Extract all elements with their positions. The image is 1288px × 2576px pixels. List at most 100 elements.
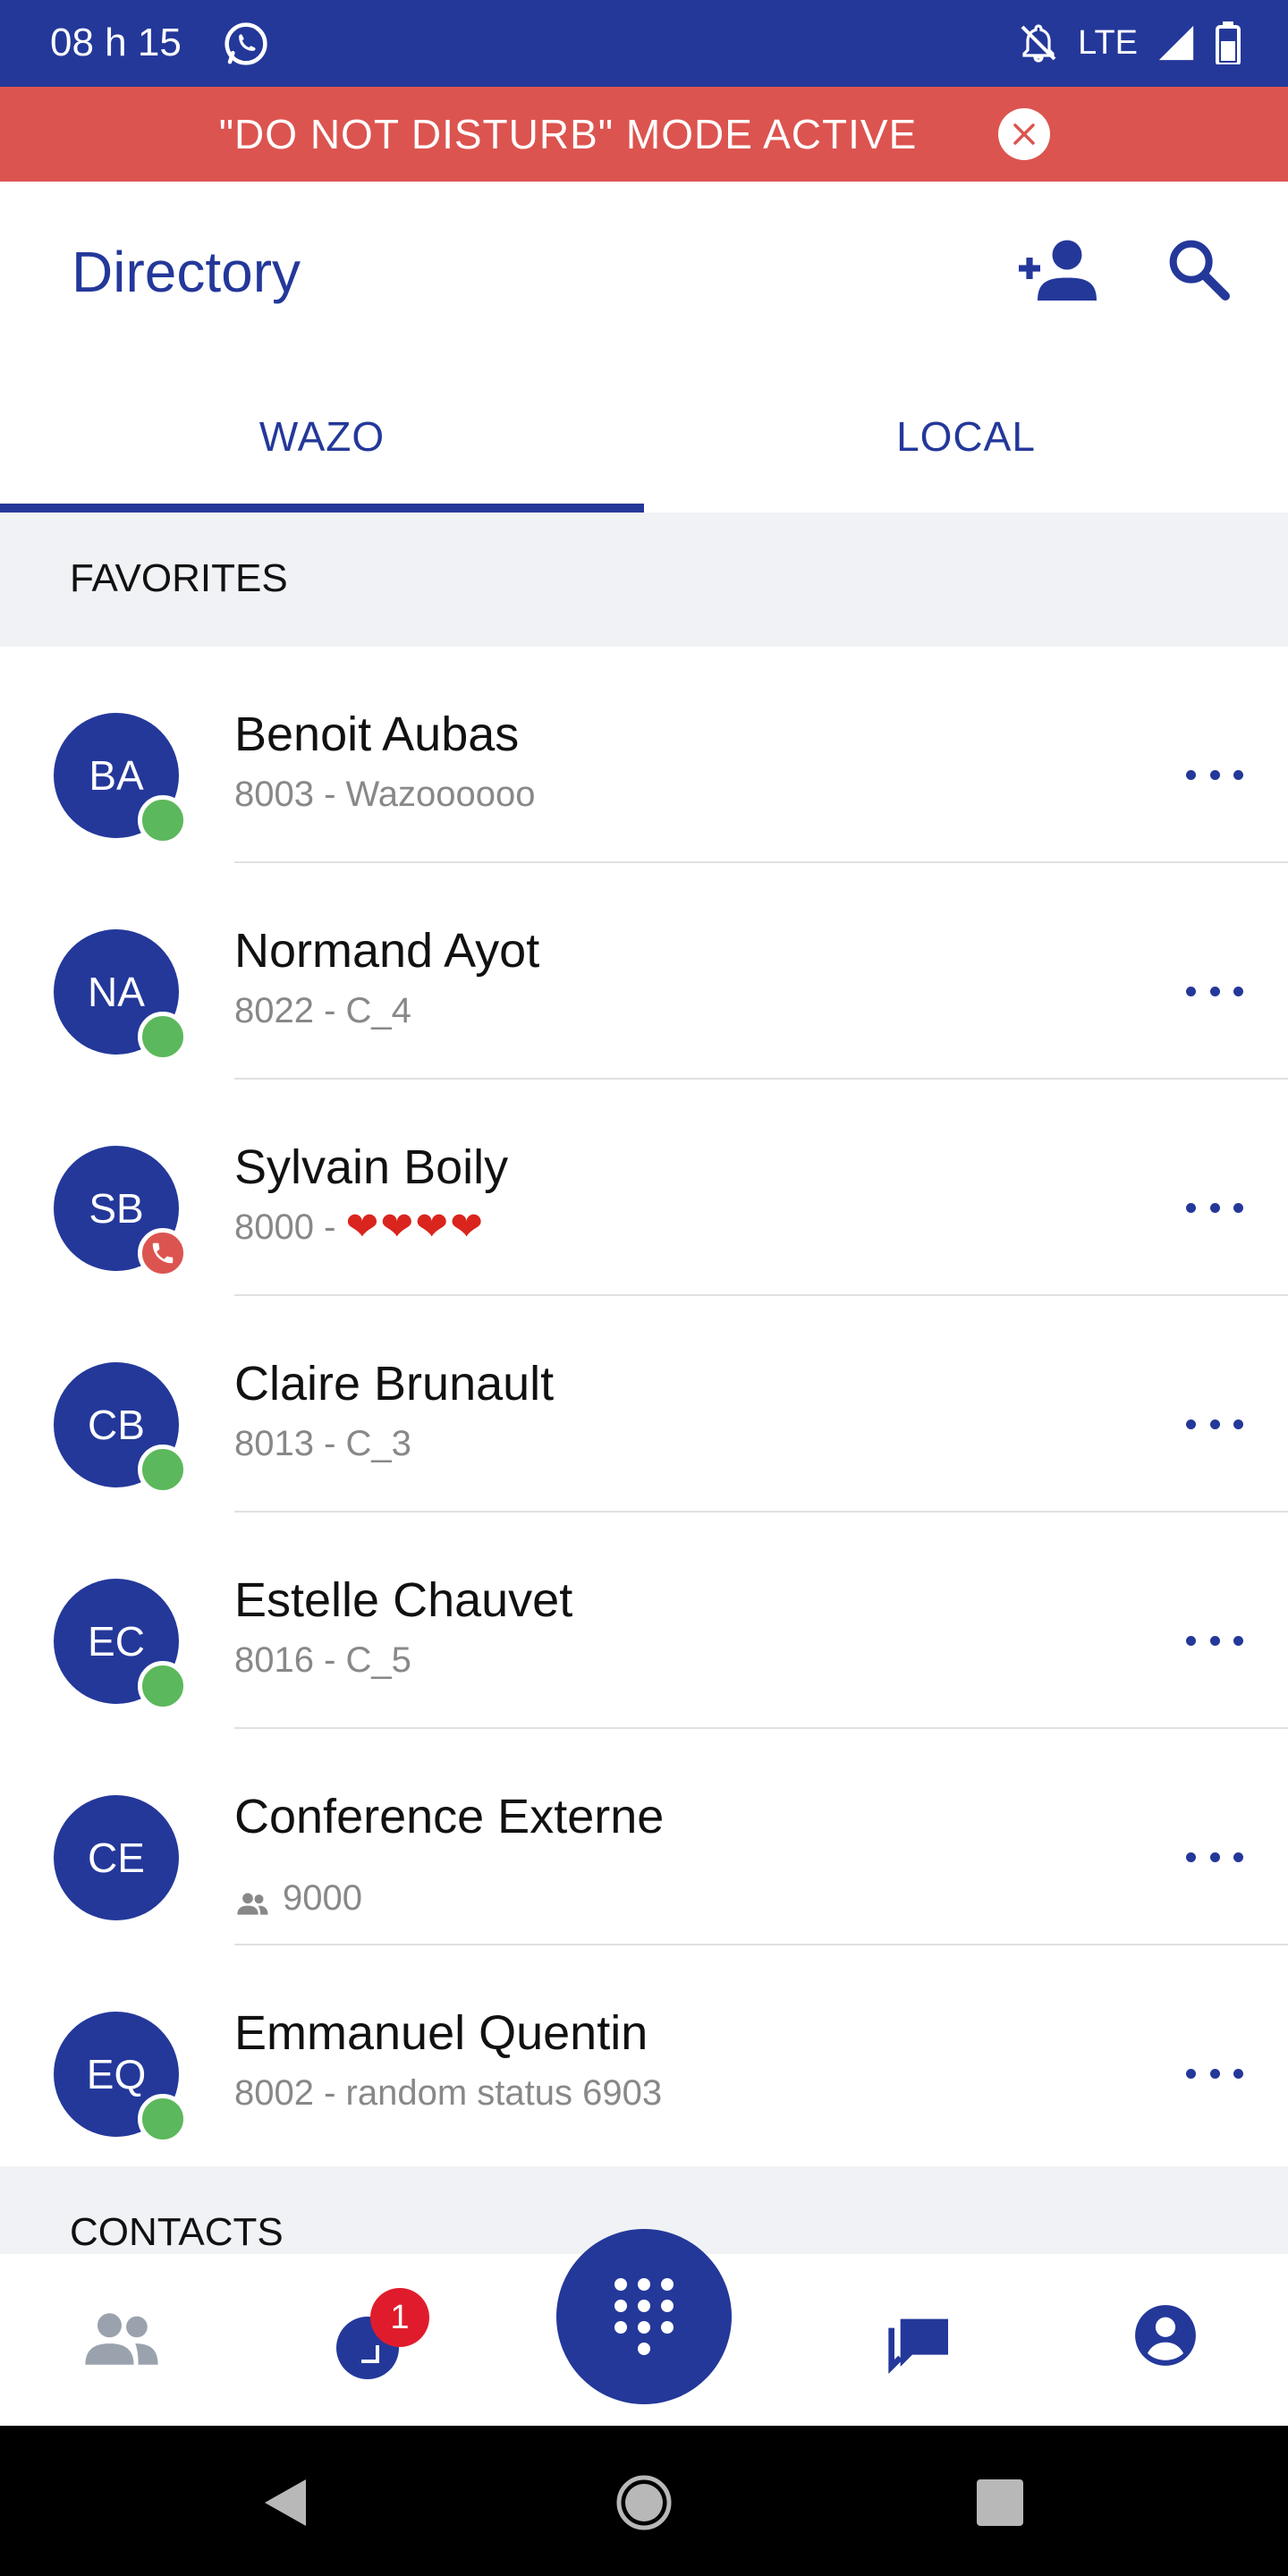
contact-status-text: 8022 - C_4 [234,991,411,1030]
section-label-contacts: CONTACTS [70,2210,284,2254]
contact-row-benoit-aubas[interactable]: BA Benoit Aubas 8003 - Wazoooooo [0,647,1288,863]
contact-status: 8016 - C_5 [234,1638,411,1682]
presence-on-call-indicator [138,1228,188,1278]
calls-icon-mark [361,2345,379,2363]
battery-icon [1216,21,1241,64]
contact-name: Benoit Aubas [234,708,520,761]
contact-status: 8000 - ❤❤❤❤ [234,1205,485,1250]
more-dot [1209,1419,1220,1429]
active-tab-indicator [0,504,644,513]
notifications-off-icon [1021,24,1056,63]
search-button[interactable] [1163,233,1234,305]
contact-name: Emmanuel Quentin [234,2006,648,2060]
more-dot [1233,1635,1243,1646]
more-options-button[interactable] [1186,979,1243,1003]
calls-badge: 1 [370,2288,429,2347]
contact-status: 9000 [234,1874,362,1922]
more-dot [1233,1202,1243,1213]
nav-profile-button[interactable] [1132,2302,1199,2368]
phone-icon [152,1242,174,1264]
whatsapp-icon [225,22,267,65]
app-header: Directory [0,182,1288,360]
favorites-list: BA Benoit Aubas 8003 - Wazoooooo NA Norm… [0,647,1288,2162]
contact-status: 8002 - random status 6903 [234,2071,662,2115]
contact-row-estelle-chauvet[interactable]: EC Estelle Chauvet 8016 - C_5 [0,1513,1288,1729]
contact-name: Estelle Chauvet [234,1573,573,1627]
more-dot [1209,769,1220,780]
more-dot [1186,1202,1196,1213]
more-dot [1233,986,1243,996]
profile-icon [1135,2305,1196,2366]
dnd-close-button[interactable] [998,108,1050,160]
contact-name: Normand Ayot [234,924,540,978]
chat-icon [888,2318,948,2375]
contact-name: Sylvain Boily [234,1140,509,1194]
more-dot [1209,1202,1220,1213]
presence-available-indicator [138,2094,188,2144]
network-type: LTE [1078,24,1138,62]
contact-status-text: 8013 - C_3 [234,1424,411,1463]
group-icon [237,1893,268,1915]
more-options-button[interactable] [1186,1196,1243,1219]
dialpad-button[interactable] [556,2229,732,2404]
home-icon[interactable] [615,2474,673,2531]
tab-local[interactable]: LOCAL [644,360,1288,513]
signal-icon [1158,25,1194,61]
more-options-button[interactable] [1186,2062,1243,2085]
contact-status-text: 9000 [283,1878,362,1918]
contact-status: 8013 - C_3 [234,1421,411,1466]
more-dot [1233,769,1243,780]
dnd-banner: "DO NOT DISTURB" MODE ACTIVE [0,87,1288,182]
contact-status-text: 8016 - C_5 [234,1640,411,1680]
status-indicators: LTE [1017,18,1241,68]
add-contact-button[interactable] [1016,235,1097,307]
presence-available-indicator [138,1661,188,1711]
presence-available-indicator [138,795,188,845]
more-dot [1186,986,1196,996]
contact-row-sylvain-boily[interactable]: SB Sylvain Boily 8000 - ❤❤❤❤ [0,1080,1288,1296]
contact-name: Claire Brunault [234,1357,555,1411]
directory-tabs: WAZO LOCAL [0,360,1288,513]
contact-row-emmanuel-quentin[interactable]: EQ Emmanuel Quentin 8002 - random status… [0,1945,1288,2162]
more-dot [1209,1635,1220,1646]
more-dot [1209,986,1220,996]
more-dot [1186,2068,1196,2079]
contact-status-text: 8003 - Wazoooooo [234,775,536,814]
more-dot [1186,769,1196,780]
more-dot [1209,1852,1220,1862]
dnd-banner-text: "DO NOT DISTURB" MODE ACTIVE [218,111,918,157]
tab-wazo[interactable]: WAZO [0,360,644,513]
presence-available-indicator [138,1012,188,1062]
contact-status-text: 8000 - [234,1208,346,1247]
contact-row-normand-ayot[interactable]: NA Normand Ayot 8022 - C_4 [0,863,1288,1080]
favorites-section-header: FAVORITES [0,513,1288,647]
more-options-button[interactable] [1186,1412,1243,1436]
contact-row-claire-brunault[interactable]: CB Claire Brunault 8013 - C_3 [0,1296,1288,1513]
nav-chat-button[interactable] [886,2304,957,2376]
heart-emojis: ❤❤❤❤ [345,1205,485,1249]
more-options-button[interactable] [1186,763,1243,786]
nav-contacts-button[interactable] [82,2309,161,2368]
contact-status: 8003 - Wazoooooo [234,772,536,817]
more-dot [1186,1852,1196,1862]
back-icon[interactable] [259,2476,309,2529]
avatar: CE [54,1795,179,1920]
recent-apps-icon[interactable] [977,2479,1023,2526]
contact-row-conference-externe[interactable]: CE Conference Externe 9000 [0,1729,1288,1945]
presence-available-indicator [138,1445,188,1495]
more-dot [1186,1419,1196,1429]
dialpad-icon [614,2278,674,2355]
search-icon [1169,240,1230,301]
contact-name: Conference Externe [234,1790,665,1843]
more-dot [1186,1635,1196,1646]
status-bar: 08 h 15 LTE [0,0,1288,87]
more-dot [1233,1852,1243,1862]
section-label-favorites: FAVORITES [70,556,288,600]
more-dot [1233,2068,1243,2079]
close-icon [1013,123,1035,145]
status-time: 08 h 15 [50,21,182,64]
add-contact-icon [1019,240,1097,301]
system-navigation-bar [0,2426,1288,2576]
more-options-button[interactable] [1186,1845,1243,1868]
more-options-button[interactable] [1186,1629,1243,1652]
